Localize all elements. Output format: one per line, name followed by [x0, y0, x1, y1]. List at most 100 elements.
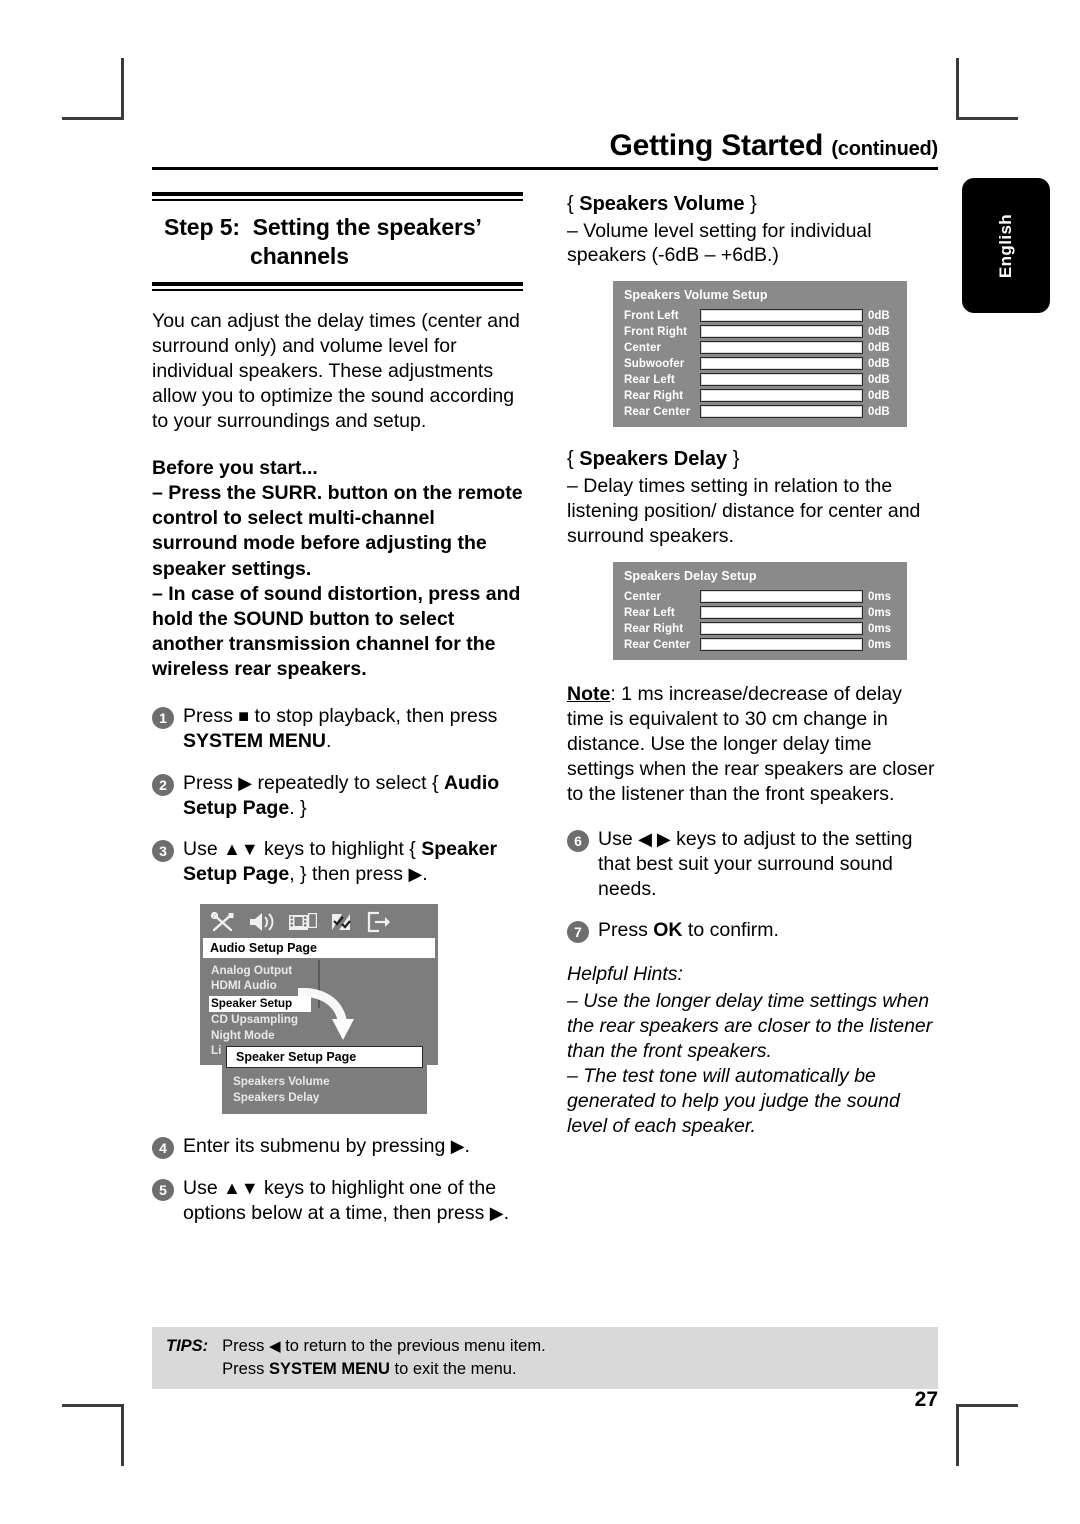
step-item-7: 7 Press OK to confirm.: [567, 918, 938, 944]
volume-row-rear-left[interactable]: Rear Left 0dB: [624, 373, 896, 387]
delay-row-rear-left[interactable]: Rear Left 0ms: [624, 606, 896, 620]
before-you-start-bullet-1: – Press the SURR. button on the remote c…: [152, 482, 523, 580]
volume-slider-front-left[interactable]: [700, 309, 863, 323]
helpful-hints-body: – Use the longer delay time settings whe…: [567, 989, 938, 1139]
volume-label-center: Center: [624, 341, 662, 354]
tips-line-2-post: to exit the menu.: [389, 1359, 517, 1378]
crop-mark-bottom-left: [62, 1404, 124, 1466]
volume-row-front-left[interactable]: Front Left 0dB: [624, 309, 896, 323]
delay-row-center[interactable]: Center 0ms: [624, 590, 896, 604]
volume-value-rear-right: 0dB: [868, 389, 890, 402]
step-6-pre: Use: [598, 828, 639, 851]
step-6-line2: that best suit your surround sound needs…: [598, 852, 893, 900]
left-steps-list-2: 4 Enter its submenu by pressing ▶. 5 Use…: [152, 1134, 523, 1226]
step-2-line2: Setup Page. }: [183, 796, 523, 821]
note-text: : 1 ms increase/decrease of delay time i…: [567, 683, 935, 806]
delay-row-rear-center[interactable]: Rear Center 0ms: [624, 638, 896, 652]
step-text-5: Use ▲▼ keys to highlight one of the opti…: [183, 1176, 523, 1226]
osd-item-cd-upsampling[interactable]: CD Upsampling: [209, 1012, 307, 1028]
brace-close: }: [744, 192, 757, 215]
step-item-3: 3 Use ▲▼ keys to highlight { Speaker Set…: [152, 837, 523, 887]
step-number-5: 5: [152, 1178, 174, 1201]
delay-label-rear-right: Rear Right: [624, 622, 684, 635]
language-tab: English: [962, 178, 1050, 313]
speakers-volume-heading: { Speakers Volume }: [567, 192, 938, 217]
delay-label-rear-center: Rear Center: [624, 638, 691, 651]
volume-slider-front-right[interactable]: [700, 325, 863, 339]
step-number-7: 7: [567, 921, 589, 944]
step-text-6: Use ◀ ▶ keys to adjust to the setting th…: [598, 827, 938, 901]
volume-slider-rear-left[interactable]: [700, 373, 863, 387]
volume-value-front-left: 0dB: [868, 309, 890, 322]
step-item-5: 5 Use ▲▼ keys to highlight one of the op…: [152, 1176, 523, 1226]
note-block: Note: 1 ms increase/decrease of delay ti…: [567, 682, 938, 807]
step-5-post: keys to highlight one of the: [258, 1176, 497, 1199]
delay-row-rear-right[interactable]: Rear Right 0ms: [624, 622, 896, 636]
step-3-line2: Setup Page, } then press ▶.: [183, 862, 523, 887]
delay-slider-rear-right[interactable]: [700, 622, 863, 636]
intro-paragraph: You can adjust the delay times (center a…: [152, 309, 523, 434]
osd-item-night-mode[interactable]: Night Mode: [209, 1028, 307, 1044]
volume-slider-center[interactable]: [700, 341, 863, 355]
step-1-line2-post: .: [326, 730, 332, 753]
osd-audio-setup-menu: Audio Setup Page Analog Output HDMI Audi…: [200, 903, 438, 1065]
delay-slider-rear-center[interactable]: [700, 638, 863, 652]
exit-icon[interactable]: [366, 911, 394, 933]
step-1-pre: Press: [183, 705, 239, 728]
volume-row-rear-right[interactable]: Rear Right 0dB: [624, 389, 896, 403]
up-down-arrows-icon: ▲▼: [223, 1177, 259, 1198]
tips-line-2: Press SYSTEM MENU to exit the menu.: [222, 1358, 546, 1380]
speakers-volume-description: – Volume level setting for individual sp…: [567, 219, 872, 267]
right-arrow-icon: ▶: [238, 772, 253, 793]
volume-slider-rear-center[interactable]: [700, 405, 863, 419]
volume-row-center[interactable]: Center 0dB: [624, 341, 896, 355]
tips-system-menu-key: SYSTEM MENU: [268, 1359, 390, 1378]
step-3-line2-post: .: [422, 863, 428, 886]
step-5-line2-pre: options below at a time, then press: [183, 1201, 490, 1224]
volume-row-rear-center[interactable]: Rear Center 0dB: [624, 405, 896, 419]
step-text-1: Press ■ to stop playback, then press SYS…: [183, 704, 523, 754]
osd-item-analog-output[interactable]: Analog Output: [209, 963, 307, 979]
step-number-6: 6: [567, 830, 589, 853]
step-3-line2-mid: , } then press: [289, 863, 409, 886]
step-item-1: 1 Press ■ to stop playback, then press S…: [152, 704, 523, 754]
helpful-hint-1: – Use the longer delay time settings whe…: [567, 990, 933, 1063]
volume-slider-subwoofer[interactable]: [700, 357, 863, 371]
speakers-volume-setup-panel: Speakers Volume Setup Front Left 0dB Fro…: [613, 281, 907, 428]
speaker-icon[interactable]: [248, 911, 276, 933]
osd-speaker-setup-submenu: Speaker Setup Page Speakers Volume Speak…: [222, 1041, 427, 1115]
speakers-delay-description: – Delay times setting in relation to the…: [567, 475, 921, 548]
volume-slider-rear-right[interactable]: [700, 389, 863, 403]
brace-open-delay: {: [567, 448, 580, 471]
delay-slider-center[interactable]: [700, 590, 863, 604]
delay-slider-rear-left[interactable]: [700, 606, 863, 620]
volume-value-front-right: 0dB: [868, 325, 890, 338]
tools-icon[interactable]: [210, 911, 236, 933]
crop-mark-top-right: [956, 58, 1018, 120]
filmstrip-icon[interactable]: [288, 911, 318, 933]
tips-line-1-pre: Press: [222, 1337, 269, 1355]
step-1-post: to stop playback, then press: [249, 705, 498, 728]
step-number-4: 4: [152, 1136, 174, 1159]
intro-text: You can adjust the delay times (center a…: [152, 310, 520, 433]
speakers-delay-setup-panel: Speakers Delay Setup Center 0ms Rear Lef…: [613, 562, 907, 661]
step-2-bold-2: Setup Page: [183, 796, 290, 819]
left-arrow-icon: ◀: [268, 1338, 281, 1355]
volume-row-front-right[interactable]: Front Right 0dB: [624, 325, 896, 339]
crop-mark-bottom-right: [956, 1404, 1018, 1466]
osd-submenu-item-speakers-delay[interactable]: Speakers Delay: [222, 1090, 427, 1106]
step-3-bold-2: Setup Page: [183, 863, 290, 886]
volume-row-subwoofer[interactable]: Subwoofer 0dB: [624, 357, 896, 371]
page-header: Getting Started (continued): [152, 130, 939, 167]
helpful-hint-2: – The test tone will automatically be ge…: [567, 1065, 900, 1138]
tips-footer: TIPS: Press ◀ to return to the previous …: [152, 1327, 938, 1389]
crop-mark-top-left: [62, 58, 124, 120]
two-column-layout: Step 5: Setting the speakers’ channels Y…: [152, 191, 938, 1243]
osd-item-hdmi-audio[interactable]: HDMI Audio: [209, 978, 307, 994]
step-3-post: keys to highlight {: [258, 838, 422, 861]
step-3-bold-1: Speaker: [421, 838, 498, 861]
volume-label-rear-left: Rear Left: [624, 373, 675, 386]
preferences-icon[interactable]: [330, 911, 354, 933]
step-item-4: 4 Enter its submenu by pressing ▶.: [152, 1134, 523, 1159]
osd-submenu-item-speakers-volume[interactable]: Speakers Volume: [222, 1074, 427, 1090]
